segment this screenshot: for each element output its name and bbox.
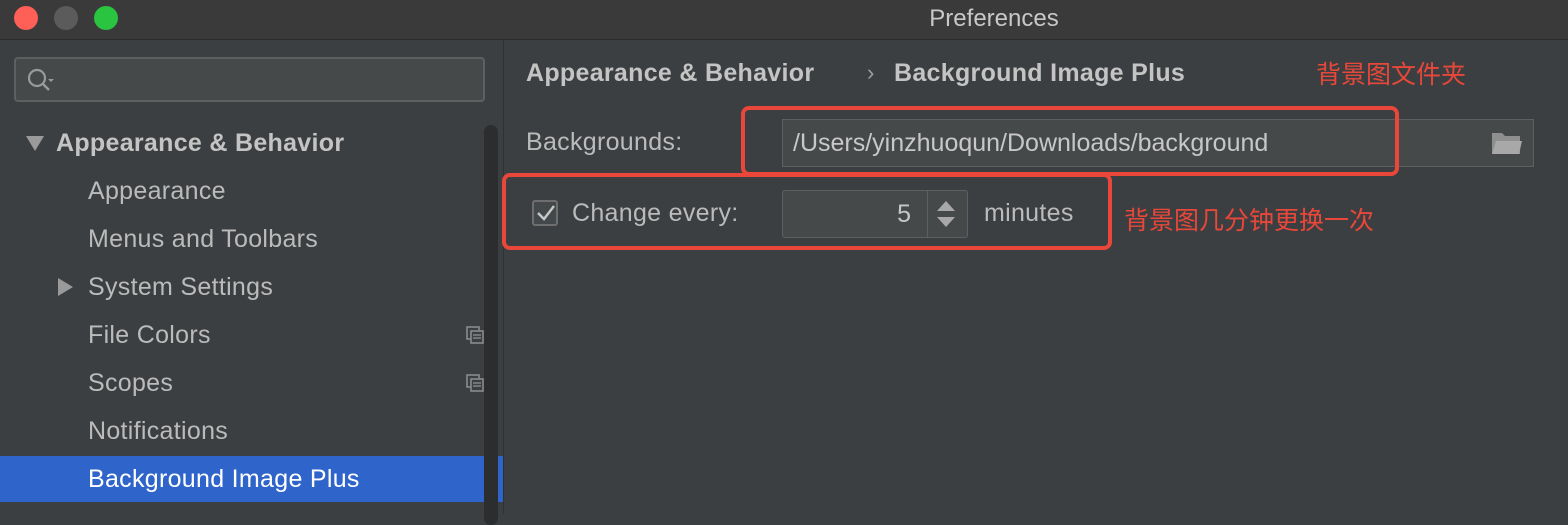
sidebar-item-appearance-behavior[interactable]: Appearance & Behavior [0, 120, 503, 166]
sidebar-item-label: Background Image Plus [88, 465, 360, 493]
sidebar-item-menus-toolbars[interactable]: Menus and Toolbars [0, 216, 503, 262]
sidebar: Appearance & Behavior Appearance Menus a… [0, 40, 504, 525]
sidebar-item-label: Appearance [88, 177, 226, 205]
sidebar-item-appearance[interactable]: Appearance [0, 168, 503, 214]
sidebar-item-label: System Settings [88, 273, 274, 301]
sidebar-item-background-image-plus[interactable]: Background Image Plus [0, 456, 503, 502]
sidebar-item-label: Notifications [88, 417, 229, 445]
backgrounds-label: Backgrounds: [526, 128, 683, 156]
copy-icon [466, 374, 484, 392]
sidebar-item-notifications[interactable]: Notifications [0, 408, 503, 454]
annotation-highlight-path [741, 106, 1399, 176]
annotation-folder: 背景图文件夹 [1316, 61, 1467, 89]
copy-icon [466, 326, 484, 344]
title-bar: Preferences [0, 0, 1568, 40]
breadcrumb-current: Background Image Plus [894, 59, 1186, 87]
sidebar-item-scopes[interactable]: Scopes [0, 360, 503, 406]
breadcrumb-parent[interactable]: Appearance & Behavior [526, 54, 814, 92]
window-title: Preferences [929, 5, 1059, 32]
sidebar-item-system-settings[interactable]: System Settings [0, 264, 503, 310]
annotation-interval: 背景图几分钟更换一次 [1124, 207, 1375, 235]
search-input[interactable] [14, 57, 485, 102]
sidebar-item-label: Menus and Toolbars [88, 225, 319, 253]
sidebar-scrollbar[interactable] [484, 125, 498, 525]
search-icon [27, 68, 54, 91]
sidebar-item-label: Appearance & Behavior [56, 129, 345, 157]
annotation-highlight-interval [502, 173, 1112, 250]
sidebar-item-file-colors[interactable]: File Colors [0, 312, 503, 358]
chevron-right-icon[interactable] [58, 278, 73, 296]
folder-icon[interactable] [1491, 130, 1523, 156]
chevron-down-icon[interactable] [26, 136, 44, 151]
sidebar-item-label: Scopes [88, 369, 174, 397]
breadcrumb-separator: › [867, 60, 875, 85]
sidebar-item-label: File Colors [88, 321, 211, 349]
